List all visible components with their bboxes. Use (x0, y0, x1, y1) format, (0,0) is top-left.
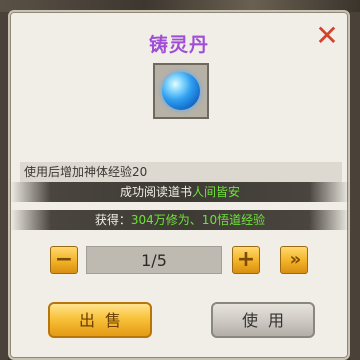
background-edge-left (0, 12, 8, 360)
use-button[interactable]: 使用 (211, 302, 315, 338)
banner-highlight: 人间皆安 (192, 185, 241, 199)
quantity-display: 1/5 (86, 246, 222, 274)
item-title: 铸灵丹 (148, 34, 209, 56)
reward-value: 304万修为、10悟道经验 (130, 213, 266, 227)
blue-pill-icon (162, 72, 200, 110)
max-quantity-button[interactable]: » (280, 246, 308, 274)
close-icon[interactable]: ✕ (314, 22, 340, 50)
item-use-dialog: 铸灵丹 ✕ 使用后增加神体经验20 成功阅读道书人间皆安 获得：304万修为、1… (8, 10, 350, 360)
read-book-banner: 成功阅读道书人间皆安 (10, 182, 350, 202)
reward-label: 获得： (94, 213, 131, 227)
reward-banner: 获得：304万修为、10悟道经验 (10, 210, 350, 230)
sell-button[interactable]: 出售 (48, 302, 152, 338)
increase-quantity-button[interactable]: + (232, 246, 260, 274)
banner-text: 成功阅读道书 (119, 185, 192, 199)
decrease-quantity-button[interactable]: − (50, 246, 78, 274)
item-description: 使用后增加神体经验20 (20, 162, 342, 182)
background-edge-right (350, 12, 360, 360)
item-slot (153, 63, 209, 119)
